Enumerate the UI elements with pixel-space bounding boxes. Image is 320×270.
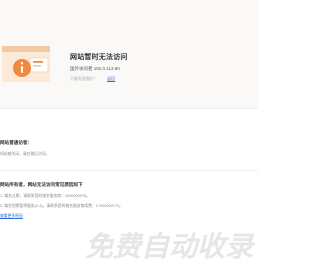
watermark-logo: 免费自动收录: [85, 230, 256, 263]
warning-illustration-icon: [2, 46, 50, 82]
ip-label: 国外访问者: [70, 66, 93, 71]
watermark-text: 免费自动收录: [85, 230, 256, 263]
page-title: 网站暂时无法访问: [70, 54, 128, 61]
visitor-ip: 国外访问者 192.0.113.60: [70, 66, 120, 72]
owner-reason-2: 2. 域名到期暂停服务(2-4)，请联系您的域名服务商续费：1700000977…: [0, 204, 123, 208]
ip-value: 192.0.113.60: [93, 66, 120, 71]
visitor-section-text: 如站被关闭，请在稍后访问。: [0, 152, 50, 156]
back-link[interactable]: 返回: [107, 76, 115, 81]
visitor-section-title: 网站普通访客：: [0, 140, 33, 145]
owner-reason-1: 1. 域名过期，请联系您的域名服务商：2000000978。: [0, 194, 90, 198]
divider: [0, 170, 258, 171]
meta-label: 不要失败图片：: [70, 76, 98, 81]
meta-line: 不要失败图片： 返回: [70, 76, 115, 82]
owner-section-title: 网站所有者，网站无法访问常见原因如下: [0, 182, 83, 187]
more-reasons-link[interactable]: 查看更多原因: [0, 214, 23, 219]
divider: [0, 108, 258, 109]
